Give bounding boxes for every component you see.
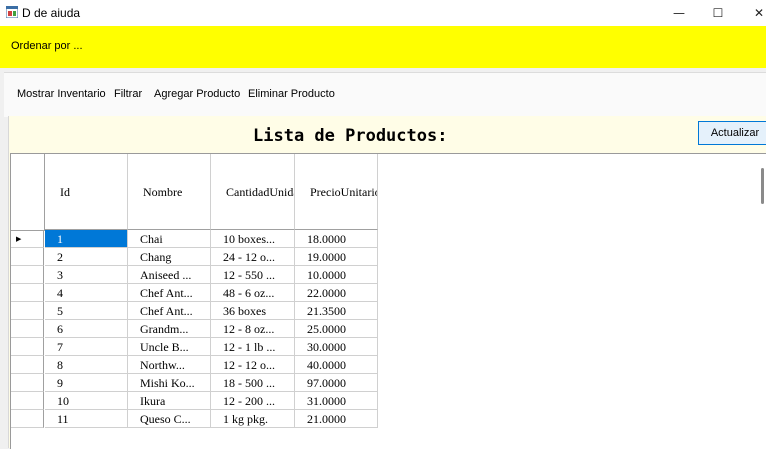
window-title: D de aiuda <box>22 6 81 20</box>
row-header[interactable] <box>11 320 44 338</box>
column-header-cantidad[interactable]: CantidadUnidad <box>211 154 295 230</box>
cell-nombre[interactable]: Chang <box>128 248 211 266</box>
cell-precio[interactable]: 97.0000 <box>295 374 378 392</box>
cell-nombre[interactable]: Ikura <box>128 392 211 410</box>
cell-cantidad[interactable]: 12 - 200 ... <box>211 392 295 410</box>
grid-corner-header[interactable] <box>11 154 45 231</box>
cell-id[interactable]: 8 <box>45 356 128 374</box>
cell-nombre[interactable]: Chai <box>128 230 211 248</box>
products-grid[interactable]: Id Nombre CantidadUnidad PrecioUnitario … <box>10 153 766 449</box>
row-header[interactable] <box>11 374 44 392</box>
cell-cantidad[interactable]: 12 - 1 lb ... <box>211 338 295 356</box>
cell-nombre[interactable]: Northw... <box>128 356 211 374</box>
cell-nombre[interactable]: Uncle B... <box>128 338 211 356</box>
cell-cantidad[interactable]: 36 boxes <box>211 302 295 320</box>
cell-id[interactable]: 4 <box>45 284 128 302</box>
scrollbar-thumb[interactable] <box>761 168 764 204</box>
cell-precio[interactable]: 19.0000 <box>295 248 378 266</box>
row-header[interactable] <box>11 392 44 410</box>
row-header[interactable] <box>11 338 44 356</box>
cell-precio[interactable]: 22.0000 <box>295 284 378 302</box>
column-header-id[interactable]: Id <box>45 154 128 230</box>
cell-precio[interactable]: 40.0000 <box>295 356 378 374</box>
row-header[interactable] <box>11 284 44 302</box>
table-row[interactable]: 9 Mishi Ko... 18 - 500 ... 97.0000 <box>11 374 378 392</box>
cell-cantidad[interactable]: 12 - 12 o... <box>211 356 295 374</box>
row-header[interactable] <box>11 302 44 320</box>
current-row-arrow-icon: ▶ <box>16 235 22 243</box>
cell-nombre[interactable]: Mishi Ko... <box>128 374 211 392</box>
table-row[interactable]: 10 Ikura 12 - 200 ... 31.0000 <box>11 392 378 410</box>
cell-cantidad[interactable]: 18 - 500 ... <box>211 374 295 392</box>
order-by-label[interactable]: Ordenar por ... <box>11 40 83 52</box>
cell-cantidad[interactable]: 1 kg pkg. <box>211 410 295 428</box>
refresh-button[interactable]: Actualizar <box>698 121 766 145</box>
cell-cantidad[interactable]: 24 - 12 o... <box>211 248 295 266</box>
cell-cantidad[interactable]: 48 - 6 oz... <box>211 284 295 302</box>
cell-id[interactable]: 2 <box>45 248 128 266</box>
cell-precio[interactable]: 25.0000 <box>295 320 378 338</box>
menu-item-mostrar-inventario[interactable]: Mostrar Inventario <box>17 88 106 100</box>
menu-item-agregar-producto[interactable]: Agregar Producto <box>154 88 240 100</box>
menu-item-eliminar-producto[interactable]: Eliminar Producto <box>248 88 335 100</box>
row-header[interactable]: ▶ <box>11 230 44 248</box>
cell-nombre[interactable]: Queso C... <box>128 410 211 428</box>
row-header[interactable] <box>11 248 44 266</box>
order-panel: Ordenar por ... <box>0 26 766 68</box>
cell-id[interactable]: 9 <box>45 374 128 392</box>
vertical-scrollbar[interactable] <box>751 154 766 449</box>
table-row[interactable]: 4 Chef Ant... 48 - 6 oz... 22.0000 <box>11 284 378 302</box>
table-row[interactable]: 5 Chef Ant... 36 boxes 21.3500 <box>11 302 378 320</box>
cell-id[interactable]: 11 <box>45 410 128 428</box>
menu-item-filtrar[interactable]: Filtrar <box>114 88 142 100</box>
cell-precio[interactable]: 10.0000 <box>295 266 378 284</box>
cell-id[interactable]: 10 <box>45 392 128 410</box>
table-row[interactable]: 2 Chang 24 - 12 o... 19.0000 <box>11 248 378 266</box>
cell-precio[interactable]: 21.3500 <box>295 302 378 320</box>
table-row[interactable]: 8 Northw... 12 - 12 o... 40.0000 <box>11 356 378 374</box>
table-row[interactable]: 11 Queso C... 1 kg pkg. 21.0000 <box>11 410 378 428</box>
cell-id[interactable]: 3 <box>45 266 128 284</box>
close-button[interactable]: ✕ <box>736 0 766 26</box>
cell-nombre[interactable]: Chef Ant... <box>128 302 211 320</box>
menu-bar: Mostrar Inventario Filtrar Agregar Produ… <box>4 72 766 117</box>
row-header[interactable] <box>11 266 44 284</box>
app-form-icon <box>6 6 18 18</box>
cell-precio[interactable]: 30.0000 <box>295 338 378 356</box>
table-row[interactable]: 3 Aniseed ... 12 - 550 ... 10.0000 <box>11 266 378 284</box>
cell-id[interactable]: 5 <box>45 302 128 320</box>
cell-cantidad[interactable]: 12 - 8 oz... <box>211 320 295 338</box>
cell-cantidad[interactable]: 12 - 550 ... <box>211 266 295 284</box>
column-header-precio[interactable]: PrecioUnitario <box>295 154 378 230</box>
cell-precio[interactable]: 31.0000 <box>295 392 378 410</box>
table-row[interactable]: 6 Grandm... 12 - 8 oz... 25.0000 <box>11 320 378 338</box>
page-title: Lista de Productos: <box>253 126 448 146</box>
cell-id[interactable]: 1 <box>45 230 128 248</box>
cell-precio[interactable]: 21.0000 <box>295 410 378 428</box>
cell-nombre[interactable]: Aniseed ... <box>128 266 211 284</box>
column-header-nombre[interactable]: Nombre <box>128 154 211 230</box>
cell-precio[interactable]: 18.0000 <box>295 230 378 248</box>
row-header[interactable] <box>11 356 44 374</box>
cell-id[interactable]: 6 <box>45 320 128 338</box>
title-bar: D de aiuda — ☐ ✕ <box>0 0 766 26</box>
table-row[interactable]: 7 Uncle B... 12 - 1 lb ... 30.0000 <box>11 338 378 356</box>
cell-nombre[interactable]: Chef Ant... <box>128 284 211 302</box>
maximize-button[interactable]: ☐ <box>695 0 741 26</box>
row-header[interactable] <box>11 410 44 428</box>
cell-id[interactable]: 7 <box>45 338 128 356</box>
cell-nombre[interactable]: Grandm... <box>128 320 211 338</box>
cell-cantidad[interactable]: 10 boxes... <box>211 230 295 248</box>
table-row[interactable]: ▶ 1 Chai 10 boxes... 18.0000 <box>11 230 378 248</box>
